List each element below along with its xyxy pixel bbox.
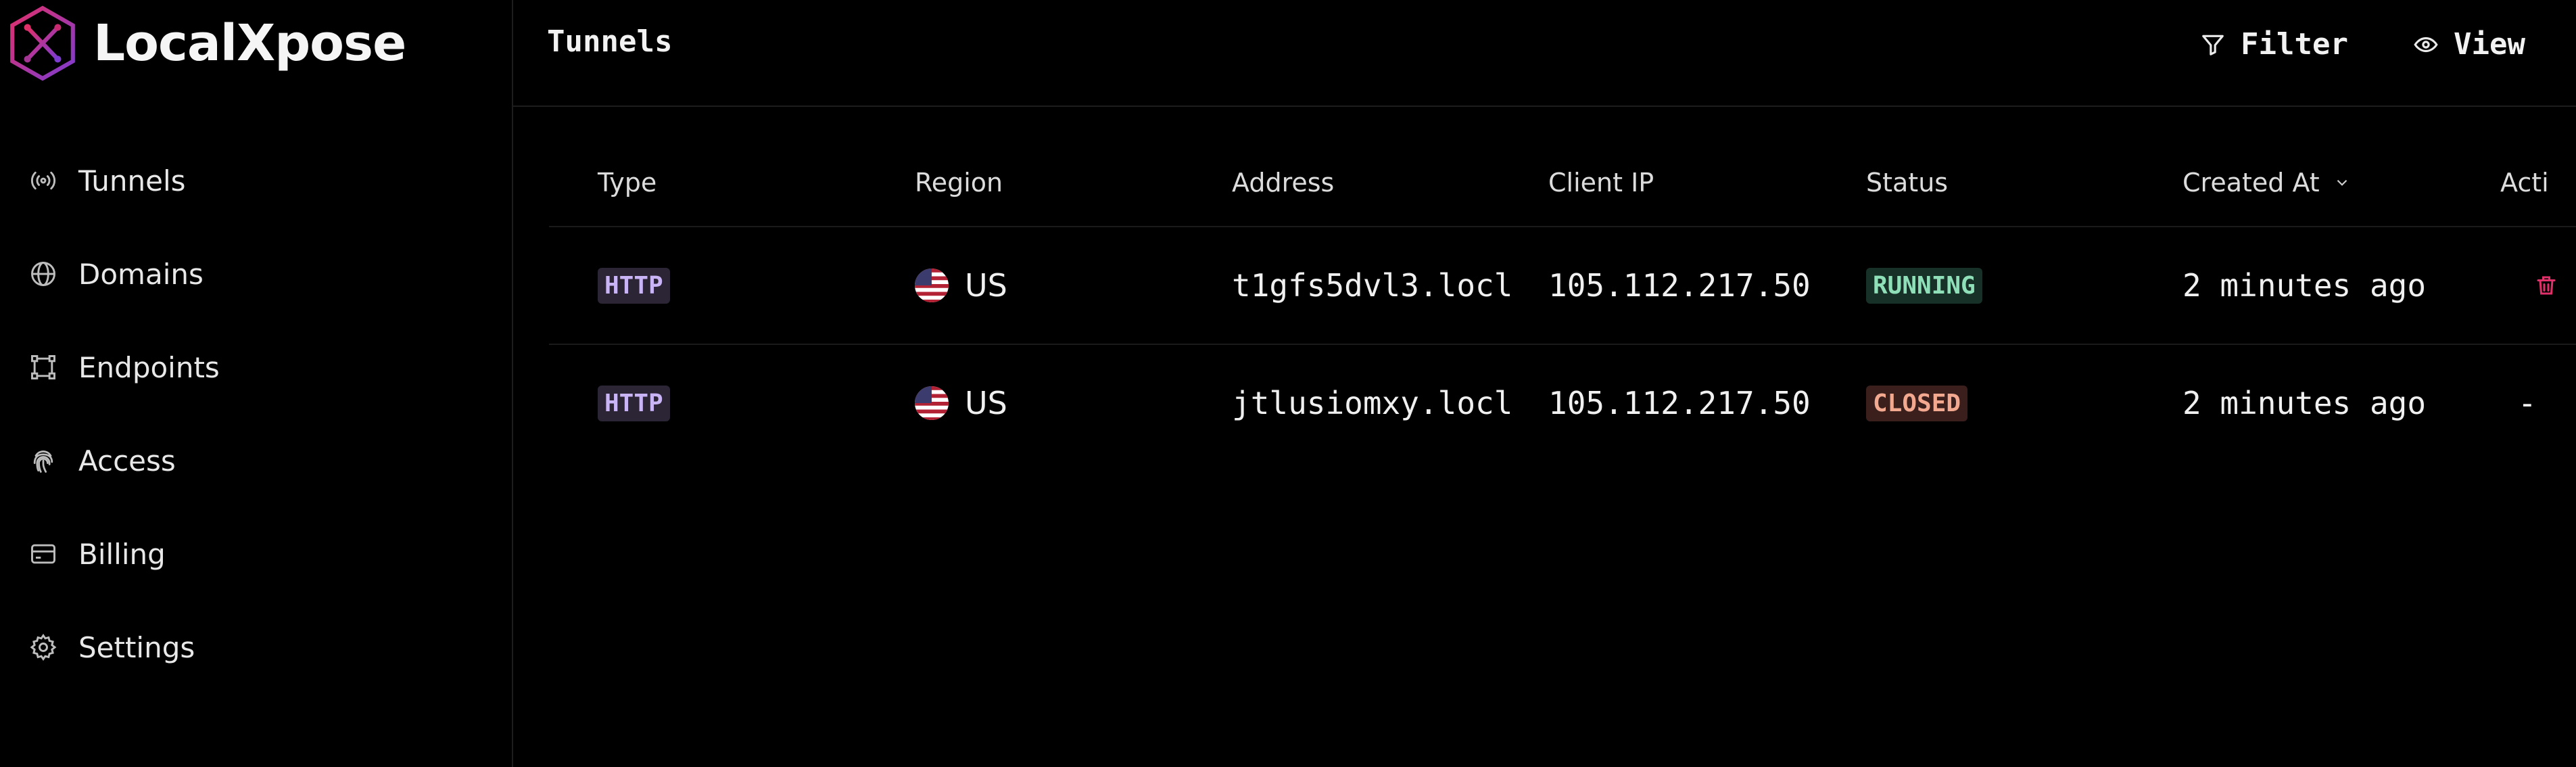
- sidebar-item-label: Tunnels: [78, 164, 186, 197]
- column-header-client-ip[interactable]: Client IP: [1548, 143, 1654, 226]
- sidebar-item-label: Domains: [78, 257, 204, 291]
- column-header-label: Created At: [2183, 168, 2320, 197]
- sidebar-item-label: Access: [78, 444, 176, 478]
- view-label: View: [2454, 27, 2525, 62]
- sidebar-item-billing[interactable]: Billing: [0, 507, 512, 601]
- us-flag-icon: [915, 269, 949, 302]
- globe-icon: [28, 259, 58, 289]
- region-value: US: [965, 267, 1007, 304]
- sidebar-item-domains[interactable]: Domains: [0, 227, 512, 321]
- filter-icon: [2202, 34, 2224, 55]
- status-badge: RUNNING: [1866, 267, 1982, 304]
- filter-button[interactable]: Filter: [2200, 27, 2348, 62]
- gear-icon: [28, 632, 58, 662]
- table-row[interactable]: HTTP US jtlusiomxy.locl 105.112.217.50 C…: [549, 345, 2576, 461]
- chevron-down-icon: [2337, 179, 2347, 186]
- column-header-address[interactable]: Address: [1232, 143, 1334, 226]
- sidebar-item-settings[interactable]: Settings: [0, 601, 512, 694]
- header: Tunnels Filter View: [513, 0, 2576, 107]
- column-header-actions: Acti: [2500, 168, 2549, 197]
- us-flag-icon: [915, 386, 949, 420]
- localxpose-logo-icon: [10, 5, 75, 81]
- eye-icon: [2414, 37, 2438, 52]
- column-header-status[interactable]: Status: [1866, 143, 1948, 226]
- trash-icon[interactable]: [2534, 272, 2558, 299]
- column-header-type[interactable]: Type: [598, 143, 657, 226]
- app-name: LocalXpose: [93, 14, 406, 72]
- fingerprint-icon: [28, 446, 58, 475]
- client-ip-value: 105.112.217.50: [1548, 267, 1811, 304]
- client-ip-value: 105.112.217.50: [1548, 385, 1811, 421]
- sidebar-item-label: Settings: [78, 630, 195, 664]
- created-at-value: 2 minutes ago: [2183, 385, 2427, 421]
- logo[interactable]: LocalXpose: [8, 5, 406, 81]
- vector-square-icon: [28, 352, 58, 382]
- column-header-created-at[interactable]: Created At: [2183, 143, 2351, 226]
- address-value[interactable]: t1gfs5dvl3.locl: [1232, 227, 1512, 344]
- sidebar-nav: Tunnels Domains Endpoints Access Billing…: [0, 134, 512, 694]
- sidebar-item-endpoints[interactable]: Endpoints: [0, 321, 512, 414]
- credit-card-icon: [28, 539, 58, 569]
- region-value: US: [965, 385, 1007, 421]
- address-value[interactable]: jtlusiomxy.locl: [1232, 345, 1512, 461]
- sidebar-item-tunnels[interactable]: Tunnels: [0, 134, 512, 227]
- column-header-region[interactable]: Region: [915, 143, 1003, 226]
- sidebar-item-label: Billing: [78, 537, 166, 571]
- action-placeholder: -: [2518, 385, 2537, 421]
- broadcast-icon: [28, 166, 58, 195]
- table-row[interactable]: HTTP US t1gfs5dvl3.locl 105.112.217.50 R…: [549, 227, 2576, 345]
- sidebar: LocalXpose Tunnels Domains Endpoints Acc…: [0, 0, 513, 767]
- page-title: Tunnels: [547, 24, 673, 59]
- type-badge: HTTP: [598, 267, 670, 304]
- status-badge: CLOSED: [1866, 385, 1968, 421]
- sidebar-item-label: Endpoints: [78, 350, 220, 384]
- filter-label: Filter: [2241, 27, 2348, 62]
- type-badge: HTTP: [598, 385, 670, 421]
- created-at-value: 2 minutes ago: [2183, 267, 2427, 304]
- view-button[interactable]: View: [2413, 27, 2525, 62]
- table-header-row: Type Region Address Client IP Status Cre…: [549, 143, 2576, 227]
- sidebar-item-access[interactable]: Access: [0, 414, 512, 507]
- tunnels-table: Type Region Address Client IP Status Cre…: [549, 143, 2576, 461]
